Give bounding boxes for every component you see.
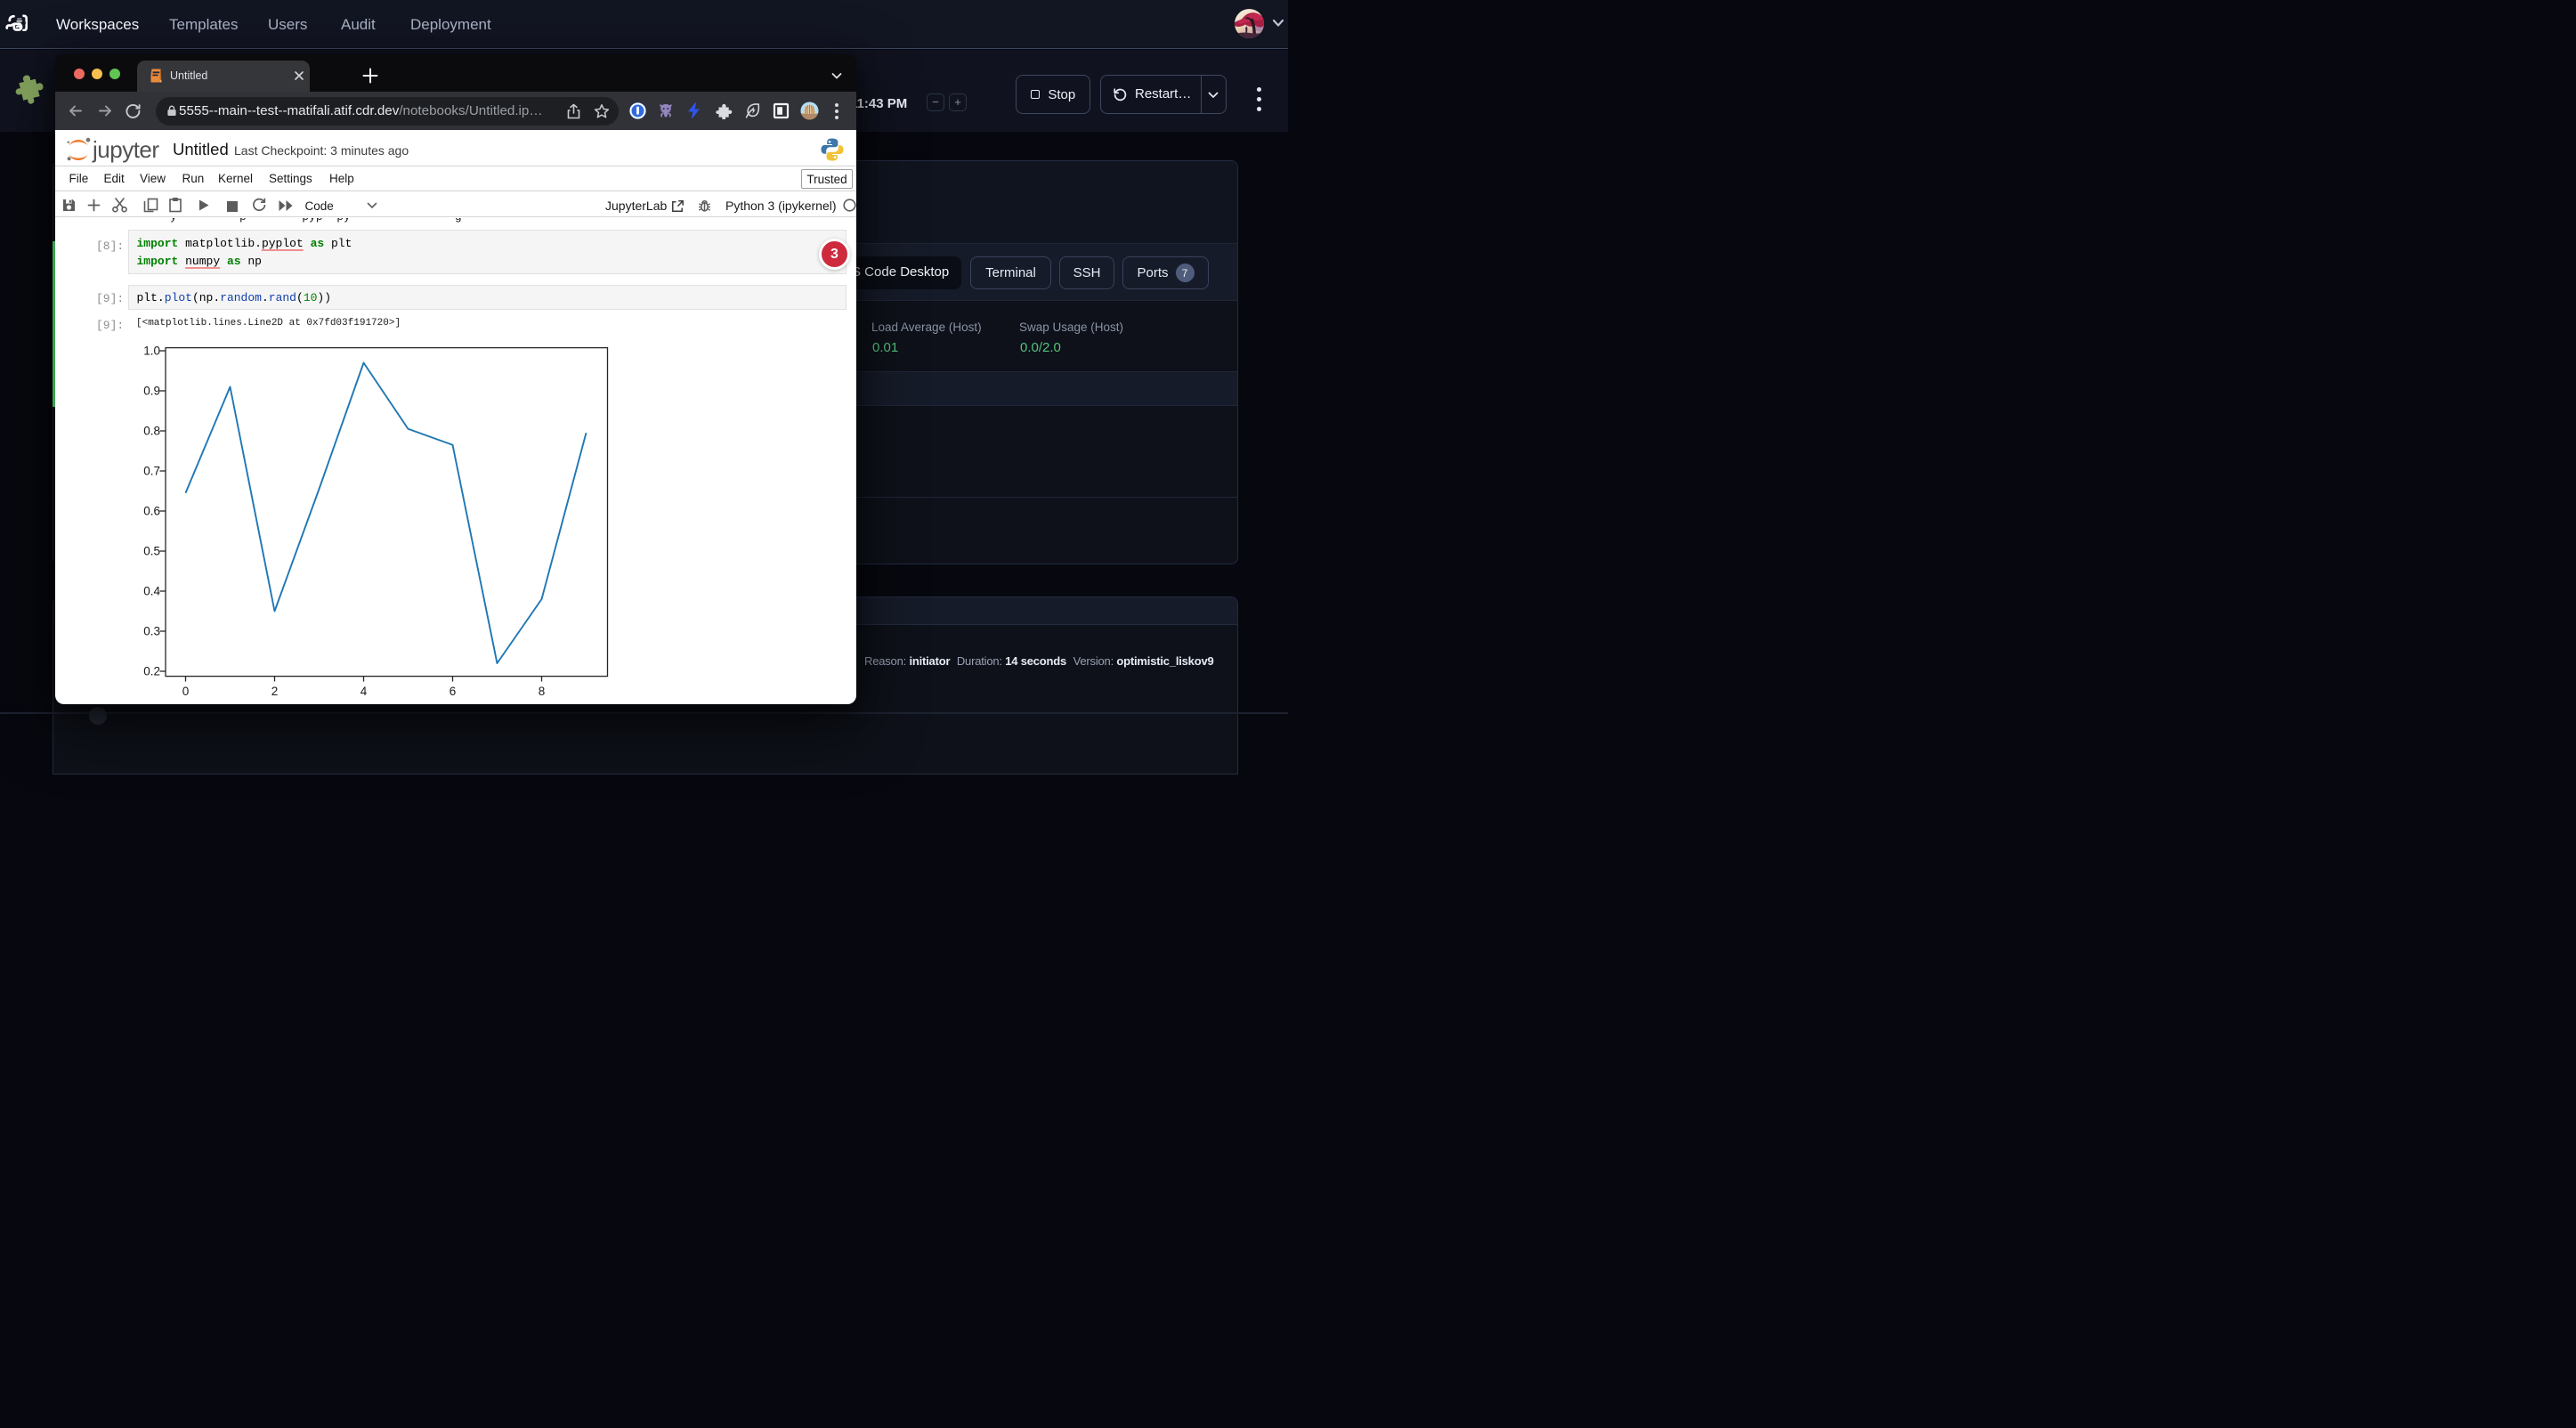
svg-text:0.3: 0.3 xyxy=(143,625,160,638)
svg-text:0.5: 0.5 xyxy=(143,545,160,558)
svg-text:0.6: 0.6 xyxy=(143,505,160,518)
svg-text:0.4: 0.4 xyxy=(143,585,160,598)
svg-text:0.7: 0.7 xyxy=(143,465,160,478)
svg-text:1.0: 1.0 xyxy=(143,345,160,358)
svg-text:6: 6 xyxy=(450,685,457,698)
svg-text:0.9: 0.9 xyxy=(143,385,160,398)
svg-text:0.2: 0.2 xyxy=(143,665,160,678)
svg-text:2: 2 xyxy=(271,685,279,698)
svg-text:0.8: 0.8 xyxy=(143,425,160,438)
svg-text:0: 0 xyxy=(182,685,190,698)
svg-text:8: 8 xyxy=(539,685,546,698)
svg-text:4: 4 xyxy=(360,685,368,698)
